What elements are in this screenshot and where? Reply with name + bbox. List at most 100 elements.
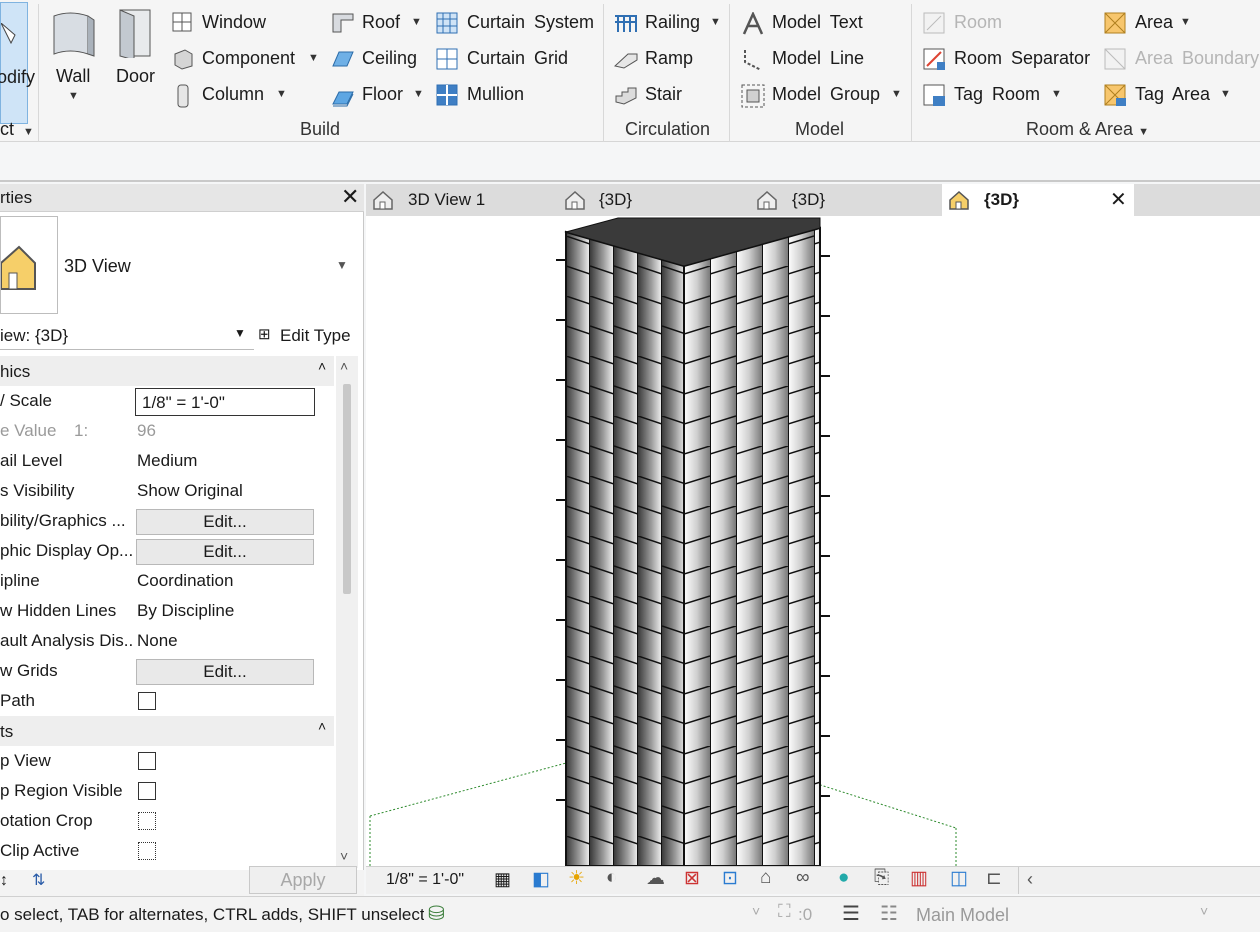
crop-region-icon[interactable]: ⊡	[722, 867, 738, 890]
chevron-down-icon: ▼	[411, 16, 422, 28]
property-row[interactable]: ail Level Medium	[0, 446, 334, 476]
view-selector[interactable]: iew: {3D} ▼	[0, 322, 254, 350]
wall-button[interactable]: Wall ▼	[50, 8, 98, 108]
editing-requests-icon[interactable]: ⛶	[778, 901, 791, 922]
close-icon[interactable]: ✕	[341, 184, 359, 210]
property-key: otation Crop	[0, 811, 93, 830]
extents-group-header[interactable]: ts ˄	[0, 716, 334, 746]
reveal-hidden-icon[interactable]: ●	[838, 867, 849, 889]
modify-button[interactable]: odify	[0, 2, 35, 124]
property-key: p View	[0, 751, 51, 770]
graphic-display-edit-button[interactable]: Edit...	[136, 539, 314, 565]
property-key: / Scale	[0, 391, 52, 410]
far-clip-checkbox[interactable]	[138, 842, 156, 860]
design-options-icon[interactable]: ☷	[880, 901, 898, 926]
shadows-icon[interactable]: ◐	[606, 867, 617, 889]
properties-title: rties	[0, 188, 33, 207]
render-icon[interactable]: ☁	[646, 867, 665, 890]
crop-view-icon[interactable]: ⊠	[684, 867, 700, 890]
component-icon	[174, 49, 193, 70]
chevron-down-icon[interactable]: ˅	[752, 903, 760, 919]
chevron-down-icon: ▼	[891, 88, 902, 100]
properties-footer: ↕ ⇅ Apply	[0, 866, 364, 896]
model-group-button[interactable]: Model Group ▼	[741, 84, 902, 108]
house-icon	[1, 245, 36, 290]
scroll-left-button[interactable]: ‹	[1018, 867, 1044, 894]
unlocked-view-icon[interactable]: ⌂	[760, 867, 771, 889]
column-icon	[177, 84, 189, 108]
area-boundary-icon	[1104, 48, 1126, 70]
scroll-thumb[interactable]	[343, 384, 351, 594]
tab-3d-b[interactable]: {3D}	[756, 184, 946, 216]
curtain-grid-icon	[436, 48, 458, 70]
door-button[interactable]: Door	[114, 8, 162, 108]
floor-button[interactable]: Floor ▼	[331, 84, 426, 107]
property-key: Clip Active	[0, 841, 80, 860]
apply-button[interactable]: Apply	[249, 866, 357, 894]
property-row: p Region Visible	[0, 776, 334, 806]
crop-region-visible-checkbox[interactable]	[138, 782, 156, 800]
stair-label: Stair	[645, 84, 683, 104]
edit-type-button[interactable]: ⊞ Edit Type	[258, 322, 358, 348]
chevron-down-icon: ▼	[1138, 126, 1149, 138]
sun-path-icon[interactable]: ☀	[568, 867, 585, 890]
property-row[interactable]: s Visibility Show Original	[0, 476, 334, 506]
scroll-down-icon[interactable]: ˅	[340, 848, 348, 864]
crop-view-checkbox[interactable]	[138, 752, 156, 770]
property-row[interactable]: ault Analysis Dis... None	[0, 626, 334, 656]
view-scale-control[interactable]: 1/8" = 1'-0"	[386, 871, 464, 889]
path-checkbox[interactable]	[138, 692, 156, 710]
area-button[interactable]: Area ▼	[1104, 12, 1194, 34]
graphics-group-label: hics	[0, 362, 31, 381]
view-scale-input[interactable]: 1/8" = 1'-0"	[135, 388, 315, 416]
model-group-icon	[741, 84, 765, 108]
chevron-down-icon[interactable]: ▼	[336, 258, 348, 272]
component-button[interactable]: Component ▼	[172, 48, 322, 70]
highlight-displacement-icon[interactable]: ◫	[950, 867, 968, 890]
select-dropdown[interactable]: ct ▼	[0, 119, 34, 140]
vg-edit-button[interactable]: Edit...	[136, 509, 314, 535]
column-button[interactable]: Column ▼	[172, 84, 292, 108]
property-row[interactable]: ipline Coordination	[0, 566, 334, 596]
view-tabs: 3D View 1 {3D} {3D} {3D} ✕	[366, 184, 1260, 216]
ceiling-label: Ceiling	[362, 48, 418, 68]
curtain-grid-label: Curtain Grid	[467, 48, 569, 68]
building-model[interactable]	[366, 216, 1260, 866]
list-icon[interactable]: ☰	[842, 901, 860, 926]
tab-label: {3D}	[984, 190, 1019, 209]
sort-asc-icon[interactable]: ↕	[0, 872, 8, 890]
tab-3d-active[interactable]: {3D} ✕	[942, 184, 1134, 216]
tab-3d-view-1[interactable]: 3D View 1	[372, 184, 562, 216]
visual-style-icon[interactable]: ◧	[532, 868, 550, 891]
collapse-icon: ˄	[318, 358, 327, 374]
close-icon[interactable]: ✕	[1110, 184, 1127, 216]
roof-button[interactable]: Roof ▼	[331, 12, 426, 34]
extents-group-label: ts	[0, 722, 14, 741]
chevron-down-icon: ▼	[1051, 88, 1062, 100]
main-model-selector[interactable]: Main Model	[916, 905, 1009, 926]
properties-scrollbar[interactable]: ˄ ˅	[336, 356, 358, 868]
property-row: p View	[0, 746, 334, 776]
reveal-constraints-icon[interactable]: ⊏	[986, 867, 1002, 890]
type-thumbnail[interactable]	[0, 216, 58, 314]
model-line-label: Model Line	[772, 48, 865, 68]
tag-room-button[interactable]: Tag Room ▼	[923, 84, 1063, 106]
tab-3d-a[interactable]: {3D}	[564, 184, 754, 216]
grids-edit-button[interactable]: Edit...	[136, 659, 314, 685]
collapse-icon: ˄	[318, 718, 327, 734]
3d-viewport[interactable]	[366, 216, 1260, 866]
temporary-hide-icon[interactable]: ∞	[796, 867, 810, 889]
graphics-group-header[interactable]: hics ˄	[0, 356, 334, 386]
temporary-view-icon[interactable]: ⎘	[874, 867, 889, 889]
property-key: phic Display Op...	[0, 541, 133, 560]
sort-alpha-icon[interactable]: ⇅	[32, 870, 45, 890]
tag-area-button[interactable]: Tag Area ▼	[1104, 84, 1234, 106]
analytical-model-icon[interactable]: ▥	[910, 867, 928, 890]
scroll-up-icon[interactable]: ˄	[340, 358, 348, 374]
property-row[interactable]: w Hidden Lines By Discipline	[0, 596, 334, 626]
detail-level-icon[interactable]: ▦	[494, 869, 511, 890]
railing-button[interactable]: Railing ▼	[614, 12, 724, 34]
chevron-down-icon[interactable]: ˅	[1200, 903, 1208, 919]
annotation-crop-checkbox[interactable]	[138, 812, 156, 830]
room-area-panel-title[interactable]: Room & Area ▼	[1026, 119, 1149, 140]
